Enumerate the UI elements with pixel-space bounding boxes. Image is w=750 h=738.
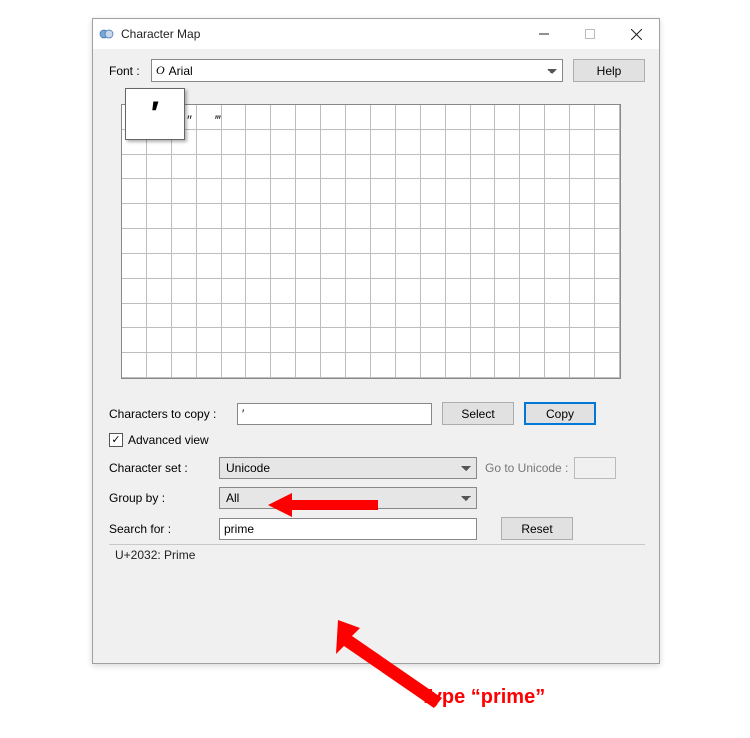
goto-unicode-label: Go to Unicode : <box>485 461 568 475</box>
maximize-button[interactable] <box>567 19 613 49</box>
font-select[interactable]: O Arial <box>151 59 563 82</box>
font-select-value: Arial <box>169 64 193 78</box>
character-grid[interactable] <box>121 104 621 379</box>
charset-value: Unicode <box>226 461 270 475</box>
charset-label: Character set : <box>109 461 219 475</box>
status-bar: U+2032: Prime <box>109 544 645 565</box>
search-input[interactable] <box>219 518 477 540</box>
select-button[interactable]: Select <box>442 402 514 425</box>
group-by-value: All <box>226 491 239 505</box>
character-map-window: Character Map Font : O Arial Help ″ ‴ ′ … <box>92 18 660 664</box>
font-label: Font : <box>109 64 151 78</box>
help-button[interactable]: Help <box>573 59 645 82</box>
window-title: Character Map <box>121 27 521 41</box>
titlebar: Character Map <box>93 19 659 49</box>
font-sample-icon: O <box>156 63 165 78</box>
grid-row-chars: ″ ‴ <box>187 112 231 128</box>
minimize-button[interactable] <box>521 19 567 49</box>
group-by-select[interactable]: All <box>219 487 477 509</box>
close-button[interactable] <box>613 19 659 49</box>
charset-select[interactable]: Unicode <box>219 457 477 479</box>
copy-button[interactable]: Copy <box>524 402 596 425</box>
selected-char-preview[interactable]: ′ <box>125 88 185 140</box>
chars-to-copy-input[interactable] <box>237 403 432 425</box>
group-by-label: Group by : <box>109 491 219 505</box>
goto-unicode-input[interactable] <box>574 457 616 479</box>
advanced-view-label: Advanced view <box>128 433 209 447</box>
character-grid-wrap: ″ ‴ ′ <box>109 90 645 390</box>
search-for-label: Search for : <box>109 522 219 536</box>
app-icon <box>99 26 115 42</box>
content-area: Font : O Arial Help ″ ‴ ′ Characters to … <box>93 49 659 571</box>
annotation-text: Type “prime” <box>420 686 545 709</box>
advanced-view-checkbox[interactable]: ✓ <box>109 433 123 447</box>
chars-to-copy-label: Characters to copy : <box>109 407 237 421</box>
reset-button[interactable]: Reset <box>501 517 573 540</box>
